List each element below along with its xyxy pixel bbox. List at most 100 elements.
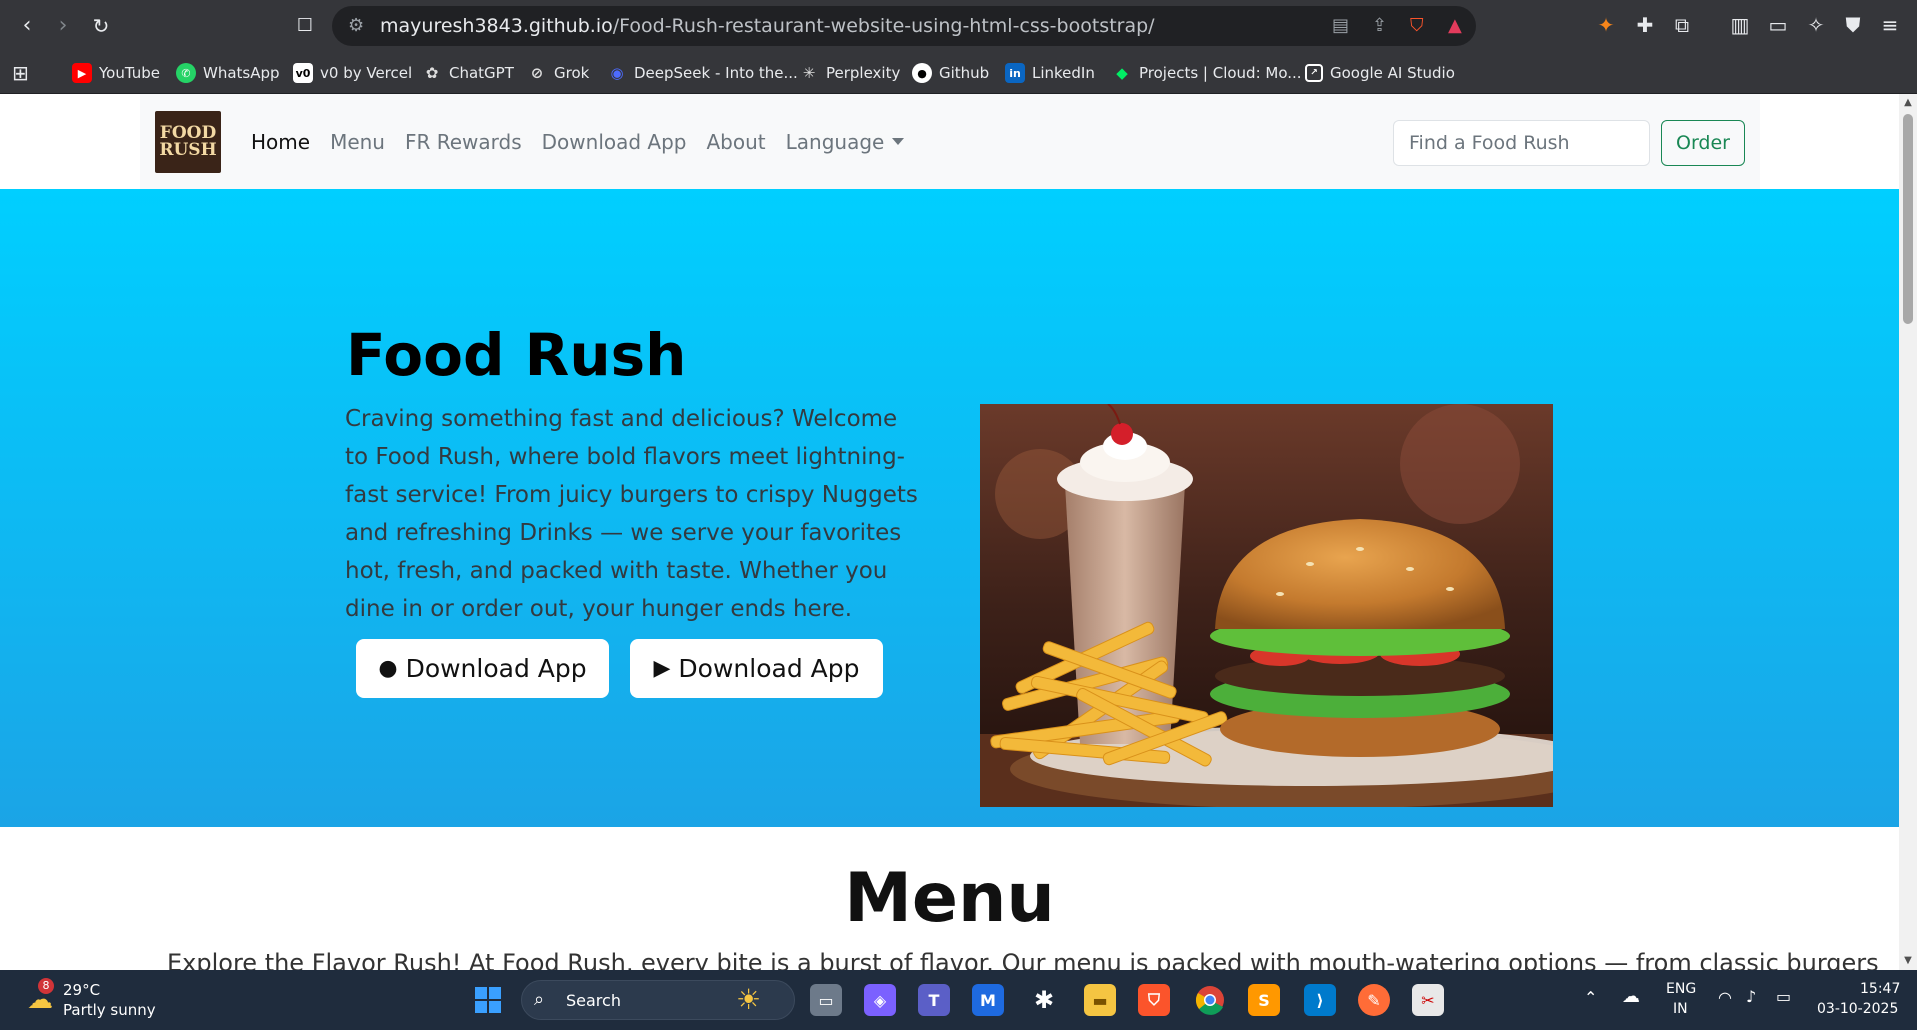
app-icon[interactable]: M bbox=[972, 984, 1004, 1016]
nav-dropdown-language[interactable]: Language bbox=[786, 130, 905, 154]
grok-icon: ⊘ bbox=[530, 64, 544, 82]
mongodb-leaf-icon: ◆ bbox=[1116, 64, 1128, 82]
menu-section-description: Explore the Flavor Rush! At Food Rush, e… bbox=[167, 949, 1879, 970]
postman-icon[interactable]: ✎ bbox=[1358, 984, 1390, 1016]
whatsapp-icon: ✆ bbox=[176, 63, 196, 83]
bookmark-icon[interactable]: ☐ bbox=[292, 13, 318, 39]
language-in[interactable]: IN bbox=[1673, 1001, 1688, 1017]
bookmark-mongodb[interactable]: ◆ Projects | Cloud: Mo... bbox=[1112, 61, 1301, 85]
windows-taskbar: ☁ 8 29°C Partly sunny ⌕ Search ☀ ▭ ◈ T M… bbox=[0, 970, 1917, 1030]
reload-icon[interactable]: ↻ bbox=[88, 13, 114, 39]
vpn-icon[interactable]: ⛊ bbox=[1841, 13, 1865, 37]
volume-icon[interactable]: ♪ bbox=[1746, 987, 1756, 1006]
brave-browser-icon[interactable]: ⛉ bbox=[1138, 984, 1170, 1016]
chatgpt-icon: ✿ bbox=[425, 64, 439, 82]
scroll-up-icon[interactable]: ▲ bbox=[1902, 98, 1914, 108]
nav-link-menu[interactable]: Menu bbox=[330, 130, 385, 154]
nav-links: Home Menu FR Rewards Download App About … bbox=[251, 130, 905, 154]
page-scrollbar[interactable]: ▲ ▼ bbox=[1899, 94, 1917, 970]
snipping-tool-icon[interactable]: ✂ bbox=[1412, 984, 1444, 1016]
bookmark-github[interactable]: ● Github bbox=[912, 61, 989, 85]
bookmark-linkedin[interactable]: in LinkedIn bbox=[1005, 61, 1095, 85]
browser-toolbar: ‹ › ↻ ☐ ⚙ mayuresh3843.github.io/Food-Ru… bbox=[0, 0, 1917, 52]
site-navbar: FOOD RUSH Home Menu FR Rewards Download … bbox=[140, 94, 1760, 189]
bookmark-youtube[interactable]: ▶ YouTube bbox=[72, 61, 160, 85]
reader-icon[interactable]: ▤ bbox=[1332, 15, 1349, 36]
nav-link-download-app[interactable]: Download App bbox=[542, 130, 687, 154]
search-icon: ⌕ bbox=[534, 989, 545, 1010]
weather-badge: 8 bbox=[38, 978, 54, 994]
linkedin-icon: in bbox=[1005, 63, 1025, 83]
hero-section: Food Rush Craving something fast and del… bbox=[0, 189, 1899, 827]
google-play-icon: ▶ bbox=[653, 656, 671, 681]
sun-widget-icon: ☀ bbox=[736, 983, 762, 1016]
forward-icon[interactable]: › bbox=[50, 13, 76, 39]
bookmarks-bar: ⊞ ▶ YouTube ✆ WhatsApp v0 v0 by Vercel ✿ Cha… bbox=[0, 52, 1917, 94]
youtube-icon: ▶ bbox=[72, 63, 92, 83]
metamask-icon[interactable]: ✦ bbox=[1594, 13, 1618, 37]
taskbar-search[interactable]: ⌕ Search ☀ bbox=[521, 980, 795, 1020]
perplexity-icon: ✳ bbox=[802, 64, 816, 82]
order-button[interactable]: Order bbox=[1661, 120, 1745, 166]
download-app-android-button[interactable]: ▶ Download App bbox=[630, 639, 883, 698]
leo-ai-icon[interactable]: ✧ bbox=[1804, 13, 1828, 37]
nav-link-about[interactable]: About bbox=[707, 130, 766, 154]
apple-icon: ● bbox=[378, 656, 398, 681]
wallet-icon[interactable]: ▭ bbox=[1766, 13, 1790, 37]
wifi-icon[interactable]: ◠ bbox=[1718, 988, 1732, 1007]
scrollbar-thumb[interactable] bbox=[1903, 114, 1913, 324]
weather-desc[interactable]: Partly sunny bbox=[63, 1001, 156, 1019]
nav-link-home[interactable]: Home bbox=[251, 130, 310, 154]
share-icon[interactable]: ⇪ bbox=[1372, 15, 1387, 36]
menu-section-title: Menu bbox=[844, 859, 1055, 938]
menu-icon[interactable]: ≡ bbox=[1878, 13, 1902, 37]
file-explorer-icon[interactable]: ▬ bbox=[1084, 984, 1116, 1016]
bookmark-whatsapp[interactable]: ✆ WhatsApp bbox=[176, 61, 280, 85]
hero-description: Craving something fast and delicious? We… bbox=[345, 406, 918, 622]
address-bar[interactable]: ⚙ mayuresh3843.github.io/Food-Rush-resta… bbox=[332, 6, 1476, 46]
brave-rewards-icon[interactable]: ▲ bbox=[1448, 15, 1462, 36]
bookmark-grok[interactable]: ⊘ Grok bbox=[527, 61, 590, 85]
sublime-text-icon[interactable]: S bbox=[1248, 984, 1280, 1016]
bookmark-perplexity[interactable]: ✳ Perplexity bbox=[799, 61, 901, 85]
show-hidden-icons[interactable]: ⌃ bbox=[1584, 988, 1597, 1007]
apps-icon[interactable]: ⊞ bbox=[12, 61, 29, 85]
onedrive-icon[interactable]: ☁ bbox=[1622, 986, 1640, 1007]
scroll-down-icon[interactable]: ▼ bbox=[1902, 956, 1914, 966]
language-eng[interactable]: ENG bbox=[1666, 981, 1696, 997]
weather-temp[interactable]: 29°C bbox=[63, 981, 100, 999]
deepseek-icon: ◉ bbox=[610, 64, 624, 82]
extensions-icon[interactable]: ✚ bbox=[1633, 13, 1657, 37]
page-viewport: FOOD RUSH Home Menu FR Rewards Download … bbox=[0, 94, 1899, 970]
url-text: mayuresh3843.github.io/Food-Rush-restaur… bbox=[380, 15, 1155, 37]
ai-studio-icon: ↗ bbox=[1305, 64, 1323, 82]
search-input[interactable] bbox=[1393, 120, 1650, 166]
caret-down-icon bbox=[892, 138, 905, 145]
bookmark-chatgpt[interactable]: ✿ ChatGPT bbox=[422, 61, 514, 85]
windows-start-icon[interactable] bbox=[472, 984, 504, 1016]
task-view-icon[interactable]: ▭ bbox=[810, 984, 842, 1016]
back-icon[interactable]: ‹ bbox=[14, 13, 40, 39]
vscode-icon[interactable]: ⟩ bbox=[1304, 984, 1336, 1016]
hero-title: Food Rush bbox=[346, 321, 687, 389]
download-app-ios-button[interactable]: ● Download App bbox=[356, 639, 609, 698]
chrome-icon[interactable] bbox=[1194, 984, 1226, 1016]
copilot-icon[interactable]: ◈ bbox=[864, 984, 896, 1016]
screenshot-icon[interactable]: ⧉ bbox=[1670, 13, 1694, 37]
battery-icon[interactable]: ▭ bbox=[1776, 987, 1791, 1006]
sidebar-icon[interactable]: ▥ bbox=[1728, 13, 1752, 37]
clock-date[interactable]: 03-10-2025 bbox=[1817, 1001, 1898, 1017]
v0-icon: v0 bbox=[293, 63, 313, 83]
bookmark-google-ai-studio[interactable]: ↗ Google AI Studio bbox=[1305, 61, 1455, 85]
teams-icon[interactable]: T bbox=[918, 984, 950, 1016]
bookmark-deepseek[interactable]: ◉ DeepSeek - Into the... bbox=[607, 61, 797, 85]
food-rush-logo[interactable]: FOOD RUSH bbox=[155, 111, 221, 173]
nav-link-fr-rewards[interactable]: FR Rewards bbox=[405, 130, 522, 154]
burger-fries-shake-image bbox=[980, 404, 1553, 807]
github-icon: ● bbox=[912, 63, 932, 83]
site-info-icon[interactable]: ⚙ bbox=[348, 15, 364, 36]
clock-time[interactable]: 15:47 bbox=[1860, 981, 1900, 997]
bookmark-v0[interactable]: v0 v0 by Vercel bbox=[293, 61, 412, 85]
brave-shield-icon[interactable]: ⛉ bbox=[1410, 15, 1424, 36]
settings-gear-icon[interactable]: ✱ bbox=[1028, 984, 1060, 1016]
